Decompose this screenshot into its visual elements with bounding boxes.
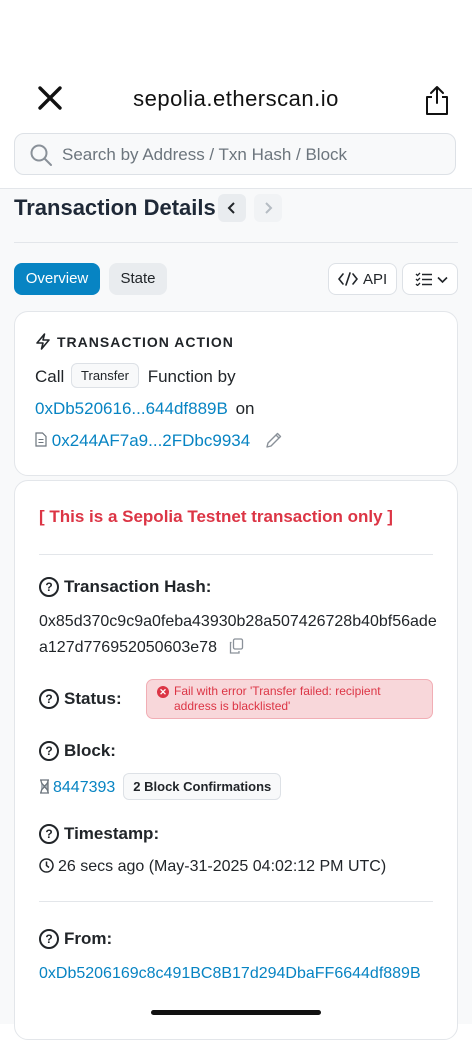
contract-address-link[interactable]: 0x244AF7a9...2FDbc9934 (52, 431, 250, 450)
help-icon[interactable]: ? (39, 689, 59, 709)
timestamp-label: ? Timestamp: (39, 824, 159, 844)
action-call-line: Call Transfer Function by (35, 363, 236, 388)
from-value: 0xDb5206169c8c491BC8B17d294DbaFF6644df88… (39, 961, 439, 987)
divider (39, 554, 433, 555)
testnet-notice: [ This is a Sepolia Testnet transaction … (39, 507, 393, 526)
status-label-text: Status: (64, 689, 122, 708)
action-from-line: 0xDb520616...644df889B on (35, 399, 254, 419)
search-icon (30, 144, 52, 166)
api-label: API (363, 271, 388, 288)
copy-icon[interactable] (229, 638, 244, 654)
block-confirmations-badge: 2 Block Confirmations (123, 773, 282, 800)
hourglass-icon (40, 779, 49, 794)
from-address-full-link[interactable]: 0xDb5206169c8c491BC8B17d294DbaFF6644df88… (39, 965, 421, 982)
status-badge: ✕ Fail with error 'Transfer failed: reci… (146, 679, 433, 719)
status-text: Fail with error 'Transfer failed: recipi… (174, 684, 381, 713)
edit-icon[interactable] (265, 431, 283, 449)
status-label: ? Status: (39, 689, 122, 709)
transaction-action-card: TRANSACTION ACTION Call Transfer Functio… (14, 311, 458, 476)
chevron-down-icon (437, 276, 448, 284)
method-badge: Transfer (71, 363, 139, 388)
browser-url[interactable]: sepolia.etherscan.io (0, 86, 472, 112)
lightning-icon (36, 333, 50, 350)
from-label: ? From: (39, 929, 112, 949)
on-word: on (235, 399, 255, 418)
divider (39, 901, 433, 902)
transaction-hash-label: ? Transaction Hash: (39, 577, 211, 597)
transaction-action-label: TRANSACTION ACTION (57, 334, 234, 350)
timestamp-label-text: Timestamp: (64, 824, 160, 843)
tab-overview[interactable]: Overview (14, 263, 100, 295)
timestamp-text: 26 secs ago (May-31-2025 04:02:12 PM UTC… (58, 858, 387, 875)
block-label: ? Block: (39, 741, 116, 761)
error-icon: ✕ (157, 686, 169, 698)
page-title: Transaction Details (14, 195, 216, 220)
code-icon (338, 272, 358, 286)
transaction-hash-label-text: Transaction Hash: (64, 577, 212, 596)
call-word: Call (35, 367, 65, 386)
help-icon[interactable]: ? (39, 577, 59, 597)
function-by-text: Function by (147, 367, 236, 386)
transaction-hash-value: 0x85d370c9c9a0feba43930b28a507426728b40b… (39, 609, 439, 661)
prev-transaction-button[interactable] (218, 194, 246, 222)
tab-state[interactable]: State (109, 263, 167, 295)
page-content: Transaction Details Overview State API T… (0, 189, 472, 1040)
block-value: 8447393 2 Block Confirmations (39, 773, 282, 800)
share-icon[interactable] (424, 84, 450, 116)
action-contract-line: 0x244AF7a9...2FDbc9934 (35, 431, 283, 451)
from-address-link[interactable]: 0xDb520616...644df889B (35, 399, 228, 418)
timestamp-value: 26 secs ago (May-31-2025 04:02:12 PM UTC… (39, 858, 386, 876)
next-transaction-button[interactable] (254, 194, 282, 222)
chevron-right-icon (265, 202, 273, 214)
help-icon[interactable]: ? (39, 741, 59, 761)
divider (14, 242, 458, 243)
file-icon (35, 432, 47, 447)
search-bar[interactable]: Search by Address / Txn Hash / Block (14, 133, 456, 175)
home-indicator[interactable] (151, 1010, 321, 1015)
help-icon[interactable]: ? (39, 929, 59, 949)
list-icon (415, 272, 432, 286)
clock-icon (39, 858, 54, 873)
block-label-text: Block: (64, 741, 116, 760)
from-label-text: From: (64, 929, 113, 948)
more-options-button[interactable] (402, 263, 458, 295)
api-button[interactable]: API (328, 263, 397, 295)
block-number-link[interactable]: 8447393 (53, 779, 115, 796)
chevron-left-icon (227, 202, 235, 214)
transaction-action-heading: TRANSACTION ACTION (35, 333, 234, 350)
search-placeholder: Search by Address / Txn Hash / Block (62, 145, 348, 164)
transaction-details-card: [ This is a Sepolia Testnet transaction … (14, 480, 458, 1040)
browser-header: sepolia.etherscan.io Search by Address /… (0, 0, 472, 189)
help-icon[interactable]: ? (39, 824, 59, 844)
